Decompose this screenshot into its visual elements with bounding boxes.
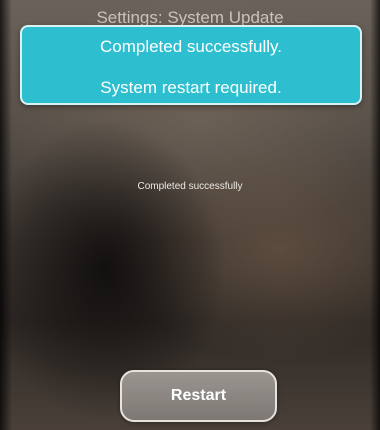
screen-edge-shadow-right [370,0,380,430]
screen-edge-shadow-left [0,0,12,430]
restart-button[interactable]: Restart [120,370,277,422]
update-screen: Settings: System Update Completed succes… [0,0,380,430]
update-notification-banner: Completed successfully. System restart r… [20,25,362,105]
notification-detail: System restart required. [100,78,282,97]
notification-message: Completed successfully. [99,37,283,56]
update-status-text: Completed successfully [137,181,243,192]
